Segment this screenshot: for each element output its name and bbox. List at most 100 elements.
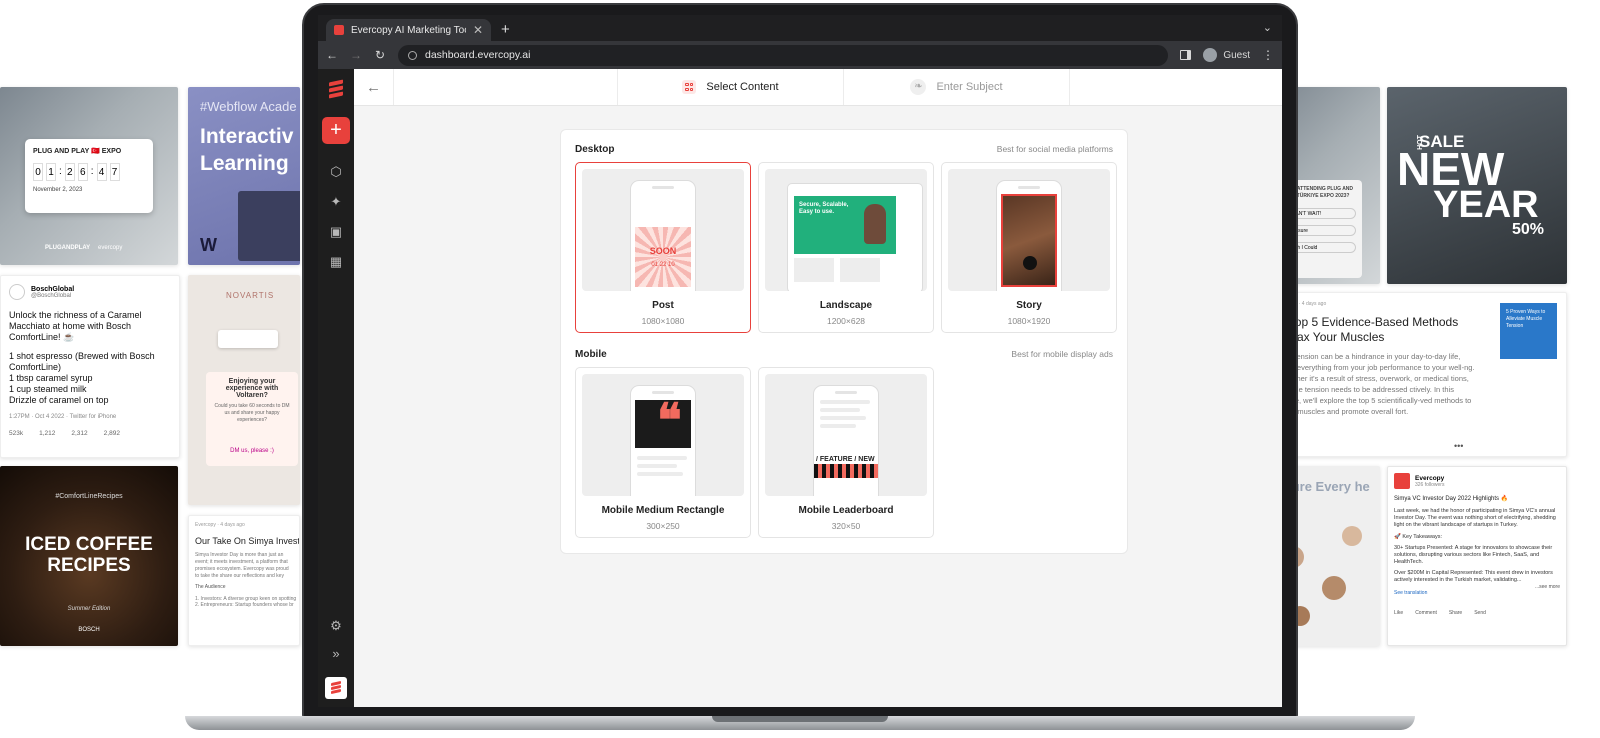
- back-arrow-icon[interactable]: ←: [326, 48, 338, 62]
- expo-date: November 2, 2023: [33, 187, 83, 193]
- phone-frame: ❝: [630, 385, 696, 496]
- new-year-sale-card: HOT SALE NEW YEAR 50%: [1387, 87, 1567, 284]
- evercopy-logo-icon: [1394, 473, 1410, 489]
- laptop-notch: [712, 716, 888, 722]
- li-body: Last week, we had the honor of participa…: [1394, 508, 1556, 528]
- nav-spacer: [394, 69, 618, 105]
- tile-name: Mobile Leaderboard: [798, 505, 894, 516]
- expo-countdown-card: PLUG AND PLAY 🇹🇷 EXPO 0 1 : 2 6 : 4 7 No…: [0, 87, 178, 265]
- li-title: Simya VC Investor Day 2022 Highlights 🔥: [1394, 496, 1509, 502]
- chevron-down-icon[interactable]: ⌄: [1263, 21, 1272, 34]
- desktop-section-header: Desktop Best for social media platforms: [575, 144, 1113, 155]
- expo-footer-left: PLUGANDPLAY: [45, 245, 91, 251]
- image-icon[interactable]: ▣: [328, 224, 344, 240]
- coffee-title: ICED COFFEE RECIPES: [25, 534, 153, 576]
- voltaren-prompt: Enjoying your experience with Voltaren? …: [206, 372, 298, 466]
- linkedin-post-card: Evercopy 326 followers Simya VC Investor…: [1387, 466, 1567, 646]
- quote-art: ❝: [635, 397, 691, 448]
- li-like-button[interactable]: Like: [1394, 610, 1403, 616]
- tile-size: 300×250: [646, 521, 680, 531]
- url-input[interactable]: dashboard.evercopy.ai: [398, 44, 1169, 66]
- evercopy-logo-icon[interactable]: [329, 79, 343, 99]
- tweet-line: Drizzle of caramel on top: [9, 395, 109, 405]
- back-button[interactable]: ←: [354, 69, 394, 105]
- cup-icon: [1342, 526, 1362, 546]
- profile-button[interactable]: Guest: [1203, 48, 1250, 62]
- grid-icon: [682, 80, 697, 94]
- desktop-frame: Secure, Scalable, Easy to use.: [787, 183, 923, 291]
- forward-arrow-icon[interactable]: →: [350, 48, 362, 62]
- create-button[interactable]: +: [322, 117, 350, 144]
- article-more-icon: •••: [1454, 441, 1464, 451]
- section-title: Mobile: [575, 349, 607, 360]
- countdown-digit: 6: [77, 163, 88, 181]
- li-translate[interactable]: See translation: [1394, 590, 1560, 596]
- article-body: scle tension can be a hindrance in your …: [1279, 352, 1475, 416]
- site-info-icon[interactable]: [408, 50, 417, 60]
- section-title: Desktop: [575, 144, 615, 155]
- webflow-screenshot: [238, 191, 300, 261]
- soon-text: SOON: [649, 246, 677, 256]
- countdown-digit: 7: [109, 163, 120, 181]
- li-point: 30+ Startups Presented: A stage for inno…: [1394, 545, 1553, 565]
- phone-frame: [996, 180, 1062, 291]
- expand-icon[interactable]: »: [328, 646, 344, 661]
- webflow-card: #Webflow Acade Interactiv Learning W: [188, 87, 300, 265]
- li-send-button[interactable]: Send: [1474, 610, 1486, 616]
- gear-icon[interactable]: ⚙: [328, 618, 344, 634]
- li-name: Evercopy: [1415, 474, 1445, 482]
- address-bar: ← → ↻ dashboard.evercopy.ai Guest ⋮: [318, 41, 1282, 69]
- step-label: Select Content: [706, 81, 779, 93]
- webflow-tag: #Webflow Acade: [200, 99, 297, 114]
- landscape-copy: Secure, Scalable, Easy to use.: [799, 202, 849, 215]
- li-comment-button[interactable]: Comment: [1415, 610, 1437, 616]
- step-enter-subject[interactable]: ❧ Enter Subject: [844, 69, 1070, 105]
- landscape-banner: Secure, Scalable, Easy to use.: [794, 196, 896, 254]
- story-preview: [948, 169, 1110, 291]
- tile-landscape[interactable]: Secure, Scalable, Easy to use. Landscape…: [758, 162, 934, 333]
- tweet-likes: 2,892: [103, 430, 120, 437]
- phone-frame: / FEATURE / NEW FEATU: [813, 385, 879, 496]
- phone-frame: SOON 01 22 10: [630, 180, 696, 291]
- story-art: [1001, 194, 1057, 287]
- workspace-logo-icon[interactable]: [325, 677, 347, 699]
- tile-mobile-leaderboard[interactable]: / FEATURE / NEW FEATU Mobile Leaderboard…: [758, 367, 934, 538]
- main-content: ← Select Content ❧ Enter Subject Desktop…: [354, 69, 1282, 707]
- coffee-sub: Summer Edition: [67, 606, 111, 612]
- side-panel-icon[interactable]: [1180, 50, 1192, 60]
- close-icon[interactable]: ✕: [473, 23, 483, 37]
- tab-title: Evercopy AI Marketing Tool: [351, 24, 466, 36]
- expo-title: PLUG AND PLAY 🇹🇷 EXPO: [33, 148, 122, 155]
- robot-icon[interactable]: ⬡: [328, 164, 344, 180]
- rectangle-preview: ❝: [582, 374, 744, 496]
- favicon-icon: [334, 25, 344, 35]
- tile-mobile-medium-rectangle[interactable]: ❝ Mobile Medium Rectangle 300×250: [575, 367, 751, 538]
- simya-audience: The Audience: [195, 584, 226, 590]
- kebab-menu-icon[interactable]: ⋮: [1262, 48, 1274, 62]
- article-title: e Top 5 Evidence-Based Methods Relax You…: [1279, 315, 1459, 344]
- leaf-icon: ❧: [910, 79, 927, 95]
- leaderboard-art: [814, 464, 878, 478]
- voltaren-question: Enjoying your experience with Voltaren?: [225, 378, 279, 399]
- sparkle-icon[interactable]: ✦: [328, 194, 344, 210]
- tweet-line: 1 shot espresso (Brewed with Bosch Comfo…: [9, 351, 155, 372]
- novartis-card: NOVARTIS Enjoying your experience with V…: [188, 275, 300, 505]
- tile-story[interactable]: Story 1080×1920: [941, 162, 1117, 333]
- reload-icon[interactable]: ↻: [374, 48, 386, 62]
- tweet-name: BoschGlobal: [31, 285, 75, 293]
- desktop-tiles: SOON 01 22 10 Post 1080×1080 Secure, Sca…: [575, 162, 1117, 333]
- calendar-icon[interactable]: ▦: [328, 254, 344, 270]
- tweet-card: BoschGlobal @BoschGlobal Unlock the rich…: [0, 275, 180, 458]
- evercopy-app: + ⬡ ✦ ▣ ▦ ⚙ » ← Select Content ❧ Enter S…: [318, 69, 1282, 707]
- bosch-avatar: [9, 284, 25, 300]
- new-tab-button[interactable]: +: [501, 21, 510, 38]
- countdown-sep: :: [90, 166, 94, 177]
- person-figure: [864, 204, 886, 244]
- li-share-button[interactable]: Share: [1449, 610, 1462, 616]
- countdown-digit: 1: [46, 163, 56, 181]
- url-text: dashboard.evercopy.ai: [425, 49, 531, 61]
- step-select-content[interactable]: Select Content: [618, 69, 844, 105]
- browser-tab[interactable]: Evercopy AI Marketing Tool ✕: [326, 19, 491, 41]
- section-hint: Best for social media platforms: [996, 144, 1113, 154]
- tile-post[interactable]: SOON 01 22 10 Post 1080×1080: [575, 162, 751, 333]
